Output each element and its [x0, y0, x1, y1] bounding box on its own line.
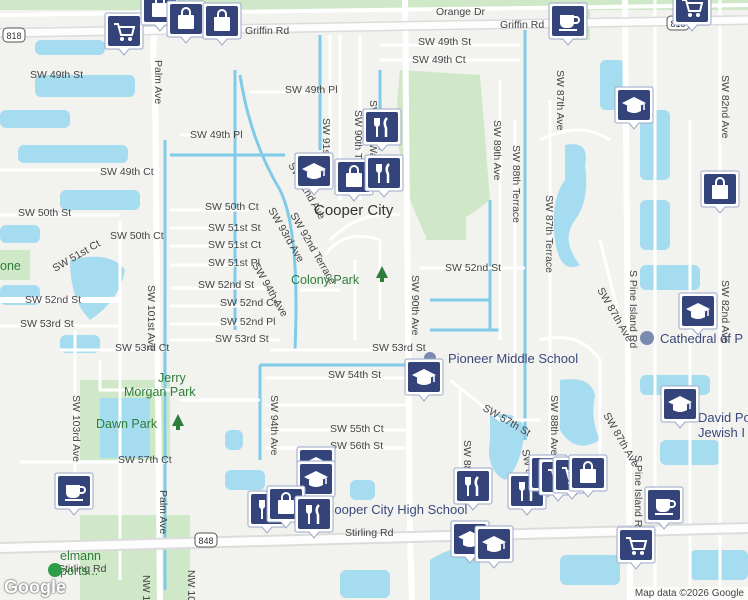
street-label: Orange Dr [436, 6, 486, 18]
dawn-park-label[interactable]: Dawn Park [96, 417, 158, 431]
street-label: SW 49th Pl [285, 84, 338, 96]
street-label: Stirling Rd [345, 527, 394, 539]
jerry-morgan-park-label[interactable]: Jerry [158, 371, 187, 385]
street-label: SW 53rd Ct [115, 342, 169, 354]
poi-marker[interactable] [616, 526, 656, 570]
street-label: SW 52nd St [198, 279, 254, 291]
route-shield-label: 848 [198, 536, 213, 546]
jerry-morgan-park-label-2[interactable]: Morgan Park [124, 385, 196, 399]
street-label: Griffin Rd [500, 19, 544, 31]
poi-marker[interactable] [453, 467, 493, 511]
cathedral-label[interactable]: Cathedral of P [660, 331, 743, 346]
route-shield: 818 [2, 27, 26, 43]
street-label: SW 53rd St [20, 318, 74, 330]
street-label: SW 103rd Ave [70, 395, 82, 462]
poi-marker[interactable] [644, 486, 684, 530]
poi-marker[interactable] [202, 2, 242, 46]
street-label: NW 101 [140, 575, 152, 600]
tree-icon [376, 266, 388, 282]
street-label: SW 88th Terrace [510, 145, 522, 223]
street-label: SW 56th St [330, 440, 383, 452]
street-label: SW 57th Ct [118, 454, 172, 466]
poi-marker[interactable] [364, 154, 404, 198]
poi-marker[interactable] [294, 152, 334, 196]
pioneer-middle-school-label[interactable]: Pioneer Middle School [448, 351, 578, 366]
street-label: SW 50th Ct [110, 230, 164, 242]
map-canvas[interactable]: Orange Dr Griffin Rd Griffin Rd SW 49th St S… [0, 0, 748, 600]
left-edge-park-label: one [0, 259, 21, 273]
poi-marker[interactable] [294, 495, 334, 539]
street-label: SW 50th Ct [205, 201, 259, 213]
google-logo[interactable]: Google [4, 577, 66, 598]
street-label: SW 52nd St [25, 294, 81, 306]
poi-marker[interactable] [568, 454, 608, 498]
street-label: SW 54th St [328, 369, 381, 381]
poi-marker[interactable] [104, 12, 144, 56]
street-label: SW 49th Ct [100, 166, 154, 178]
cooper-city-high-school-label[interactable]: Cooper City High School [325, 502, 467, 517]
poi-marker[interactable] [362, 108, 402, 152]
sports-label: elmann [60, 549, 101, 563]
route-shield-label: 818 [6, 31, 21, 41]
david-posnack-label[interactable]: David Po [698, 410, 748, 425]
street-label: SW 87th Terrace [543, 195, 555, 273]
street-label: SW 51st Ct [208, 239, 261, 251]
street-label: SW 49th Pl [190, 129, 243, 141]
street-label: Palm Ave [157, 490, 169, 534]
street-label: SW 94th Ave [268, 395, 280, 456]
poi-marker[interactable] [660, 385, 700, 429]
poi-marker[interactable] [678, 292, 718, 336]
street-label: SW 91st [320, 118, 332, 158]
street-label: SW 49th Ct [412, 54, 466, 66]
street-label: SW 53rd St [372, 342, 426, 354]
jewish-school-label[interactable]: Jewish I [698, 425, 745, 440]
street-label: SW 101st Ave [145, 285, 157, 351]
sports-label-2: ports... [60, 564, 98, 578]
street-label: SW 52nd Pl [220, 316, 275, 328]
street-label: SW 89th Ave [491, 120, 503, 181]
poi-marker[interactable] [548, 2, 588, 46]
city-label: Cooper City [314, 202, 394, 219]
park-pin [48, 563, 62, 577]
street-label: SW 52nd St [445, 262, 501, 274]
street-label: SW 49th St [418, 36, 471, 48]
poi-marker[interactable] [166, 0, 206, 44]
poi-marker[interactable] [614, 86, 654, 130]
poi-marker[interactable] [54, 472, 94, 516]
street-label: SW 51st St [208, 222, 261, 234]
street-label: SW 50th St [18, 207, 71, 219]
street-label: SW 82nd Ave [719, 75, 731, 139]
street-label: NW 100th [185, 570, 197, 600]
street-label: SW 94th Ave [249, 261, 290, 320]
street-label: S Pine Island Rd [627, 270, 639, 348]
poi-marker[interactable] [404, 358, 444, 402]
poi-marker[interactable] [474, 525, 514, 569]
church-icon [640, 331, 654, 345]
street-label: SW 55th Ct [330, 423, 384, 435]
street-label: Griffin Rd [245, 25, 289, 37]
street-label: SW 87th Ave [554, 70, 566, 131]
street-label: SW 88th Ave [548, 395, 560, 456]
street-label: SW 90th Ave [409, 275, 421, 336]
street-label: Palm Ave [152, 60, 164, 104]
street-label: SW 49th St [30, 69, 83, 81]
street-label: SW 53rd St [215, 333, 269, 345]
poi-marker[interactable] [700, 170, 740, 214]
tree-icon [172, 414, 184, 430]
map-attribution[interactable]: Map data ©2026 Google [630, 587, 748, 600]
route-shield: 848 [194, 532, 218, 548]
colony-park-label[interactable]: Colony Park [291, 273, 360, 287]
